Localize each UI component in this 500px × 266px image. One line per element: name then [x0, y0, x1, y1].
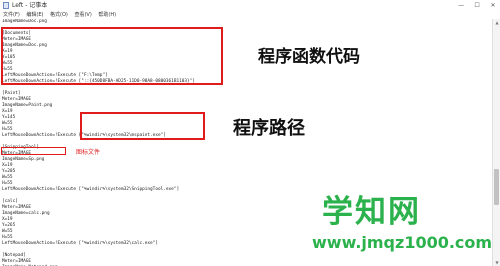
minimize-button[interactable]: —: [454, 0, 468, 11]
menu-help[interactable]: 帮助(H): [98, 11, 116, 19]
menu-edit[interactable]: 编辑(E): [26, 11, 43, 19]
vertical-scrollbar[interactable]: ▲ ▼: [492, 19, 500, 266]
program-path-highlight-box: [80, 112, 205, 140]
window-title: Left - 记事本: [12, 2, 48, 9]
close-button[interactable]: ✕: [486, 0, 500, 11]
menu-view[interactable]: 查看(V): [74, 11, 91, 19]
function-code-highlight-box: [1, 27, 223, 85]
notepad-icon: [3, 2, 9, 9]
watermark-logo: 学知网: [322, 194, 421, 230]
watermark-url: www.jmqz1000.com: [312, 233, 493, 252]
icon-file-highlight-box: [1, 147, 66, 155]
scrollbar-thumb[interactable]: [494, 169, 499, 205]
menu-bar: 文件(F) 编辑(E) 格式(O) 查看(V) 帮助(H): [0, 11, 500, 19]
scroll-down-arrow-icon[interactable]: ▼: [493, 259, 500, 266]
menu-file[interactable]: 文件(F): [3, 11, 20, 19]
scroll-up-arrow-icon[interactable]: ▲: [493, 19, 500, 26]
window-controls: — ☐ ✕: [454, 0, 500, 11]
menu-format[interactable]: 格式(O): [50, 11, 68, 19]
code-line[interactable]: LeftMouseDownAction=!Execute ["%windir%\…: [2, 187, 195, 193]
function-code-annotation: 程序函数代码: [258, 47, 360, 67]
program-path-annotation: 程序路径: [233, 118, 305, 139]
icon-file-annotation: 图标文件: [76, 149, 101, 156]
maximize-button[interactable]: ☐: [470, 0, 484, 11]
